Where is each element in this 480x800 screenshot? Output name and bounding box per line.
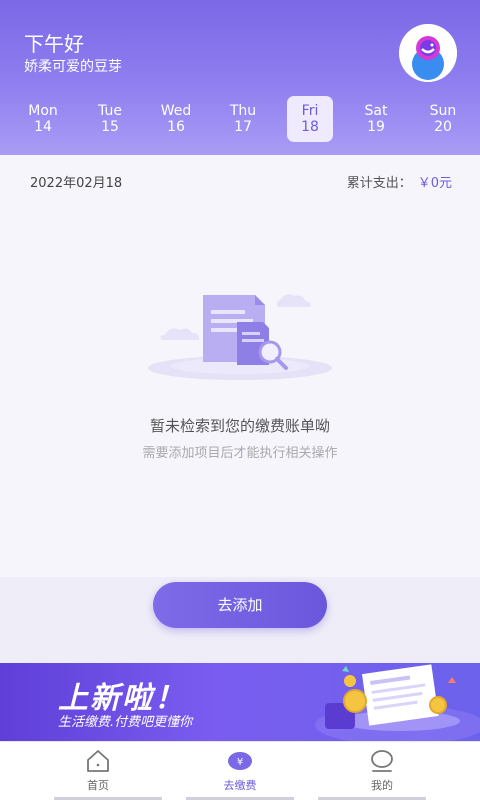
day-thu[interactable]: Thu 17 [220, 96, 266, 142]
tab-label: 我的 [371, 779, 393, 792]
day-number: 20 [434, 119, 452, 135]
header: 下午好 娇柔可爱的豆芽 Mon 14 Tue 15 Wed 16 Thu 17 [0, 0, 480, 155]
tab-label: 去缴费 [223, 779, 257, 792]
tab-home[interactable]: 首页 [58, 748, 138, 793]
svg-text:¥: ¥ [237, 757, 243, 768]
empty-subtitle: 需要添加项目后才能执行相关操作 [142, 446, 338, 461]
day-name: Tue [98, 103, 122, 119]
day-sun[interactable]: Sun 20 [420, 96, 466, 142]
total-value: ￥0元 [417, 176, 452, 191]
banner-subtitle: 生活缴费.付费吧更懂你 [58, 715, 193, 730]
tab-profile[interactable]: 我的 [342, 748, 422, 793]
profile-icon [371, 750, 393, 772]
payment-icon: ¥ [228, 752, 252, 770]
avatar[interactable] [399, 24, 457, 82]
selected-date: 2022年02月18 [30, 176, 123, 191]
day-sat[interactable]: Sat 19 [353, 96, 399, 142]
day-tue[interactable]: Tue 15 [87, 96, 133, 142]
day-name: Sun [429, 103, 457, 119]
day-number: 16 [167, 119, 185, 135]
day-name: Wed [160, 103, 192, 119]
greeting: 下午好 [24, 32, 84, 56]
week-selector: Mon 14 Tue 15 Wed 16 Thu 17 Fri 18 Sat 1… [0, 96, 480, 146]
day-number: 19 [367, 119, 385, 135]
nickname: 娇柔可爱的豆芽 [24, 59, 122, 75]
day-number: 14 [34, 119, 52, 135]
avatar-icon [399, 24, 457, 82]
home-icon [87, 750, 109, 772]
total-spending: 累计支出： ￥0元 [347, 172, 452, 191]
total-label: 累计支出： [346, 176, 412, 191]
empty-title: 暂未检索到您的缴费账单呦 [149, 417, 330, 435]
day-wed[interactable]: Wed 16 [153, 96, 199, 142]
promo-banner[interactable]: 上新啦！ 生活缴费.付费吧更懂你 [0, 663, 480, 741]
banner-bills-icon [315, 664, 480, 741]
day-name: Mon [28, 103, 58, 119]
empty-illustration-icon [148, 294, 332, 380]
bottom-tab-bar: 首页 ¥ 去缴费 我的 [0, 741, 480, 800]
day-number: 17 [234, 119, 252, 135]
day-fri[interactable]: Fri 18 [287, 96, 333, 142]
add-button[interactable]: 去添加 [153, 582, 327, 628]
tab-label: 首页 [87, 779, 109, 792]
day-number: 15 [101, 119, 119, 135]
day-name: Fri [301, 103, 319, 119]
day-name: Sat [364, 103, 388, 119]
day-number: 18 [301, 119, 319, 135]
tab-payment[interactable]: ¥ 去缴费 [200, 748, 280, 793]
day-mon[interactable]: Mon 14 [20, 96, 66, 142]
day-name: Thu [229, 103, 257, 119]
